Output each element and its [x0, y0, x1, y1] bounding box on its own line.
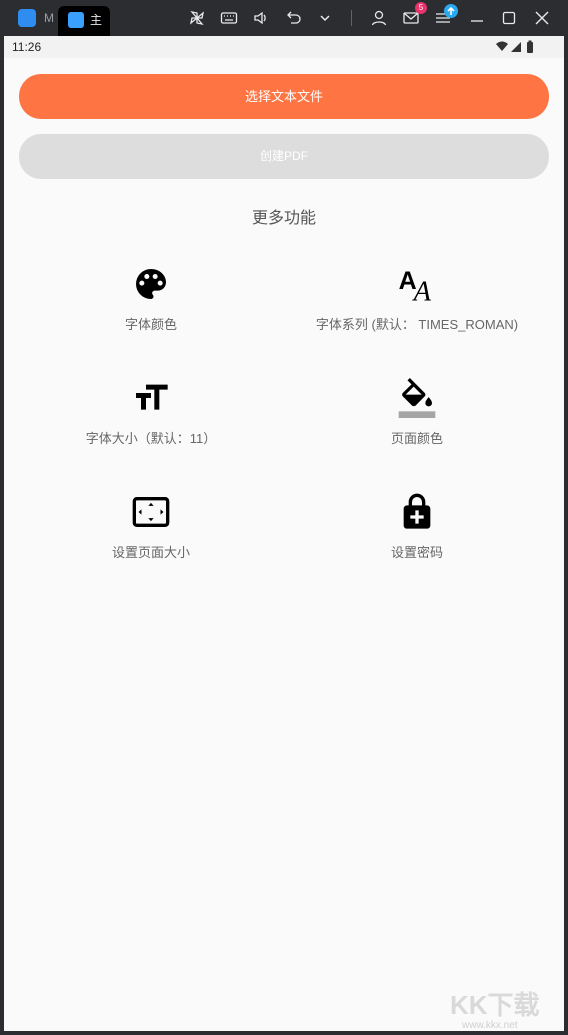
emulator-title-bar: M 主 5	[0, 0, 568, 36]
set-password-option[interactable]: 设置密码	[277, 492, 557, 592]
undo-icon[interactable]	[284, 9, 302, 27]
upgrade-arrow-icon[interactable]	[444, 4, 458, 18]
app-tab-label[interactable]: M	[44, 11, 54, 25]
volume-icon[interactable]	[252, 9, 270, 27]
section-title: 更多功能	[251, 210, 316, 227]
create-pdf-button[interactable]: 创建PDF	[19, 134, 549, 179]
svg-text:A: A	[412, 277, 432, 304]
font-color-label: 字体颜色	[124, 317, 177, 332]
page-size-option[interactable]: 设置页面大小	[11, 492, 291, 592]
toolbar-divider	[351, 10, 352, 26]
page-color-label: 页面颜色	[390, 431, 443, 446]
status-bar: 11:26	[4, 36, 564, 58]
chevron-down-icon[interactable]	[316, 9, 334, 27]
set-password-label: 设置密码	[390, 545, 443, 560]
user-icon[interactable]	[370, 9, 388, 27]
text-size-icon	[131, 378, 171, 418]
keyboard-icon[interactable]	[220, 9, 238, 27]
watermark-logo: KK下载	[450, 990, 540, 1020]
enhanced-encryption-icon	[397, 492, 437, 532]
font-size-option[interactable]: 字体大小（默认：11）	[11, 378, 291, 478]
active-tab-label[interactable]: 主	[90, 11, 102, 28]
minimize-icon[interactable]	[468, 9, 486, 27]
status-clock: 11:26	[12, 40, 42, 54]
select-text-file-button[interactable]: 选择文本文件	[19, 74, 549, 119]
watermark-url: www.kkx.net	[462, 1020, 518, 1031]
font-color-option[interactable]: 字体颜色	[11, 264, 291, 364]
font-family-icon: AA	[397, 264, 437, 308]
font-family-option[interactable]: AA 字体系列 (默认： TIMES_ROMAN)	[277, 264, 557, 364]
close-icon[interactable]	[533, 9, 551, 27]
active-tab[interactable]	[58, 6, 110, 36]
signal-battery-icon	[494, 40, 538, 54]
active-tab-icon	[68, 12, 84, 28]
page-color-option[interactable]: 页面颜色	[277, 378, 557, 478]
mail-badge: 5	[415, 2, 427, 14]
maximize-icon[interactable]	[500, 9, 518, 27]
emulator-app-icon[interactable]	[18, 9, 36, 27]
pinwheel-icon[interactable]	[188, 9, 206, 27]
font-size-label: 字体大小（默认：11）	[85, 431, 217, 446]
android-screen: 11:26 选择文本文件 创建PDF 更多功能 字体颜色 AA 字体系列 (默认…	[4, 36, 564, 1031]
font-family-label: 字体系列 (默认： TIMES_ROMAN)	[315, 317, 519, 332]
paint-bucket-icon	[397, 378, 437, 418]
palette-icon	[131, 264, 171, 304]
aspect-ratio-icon	[131, 492, 171, 532]
page-size-label: 设置页面大小	[111, 545, 190, 560]
